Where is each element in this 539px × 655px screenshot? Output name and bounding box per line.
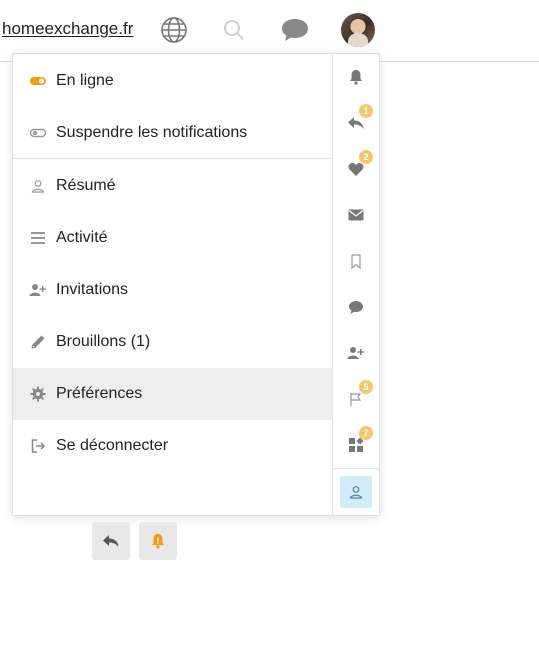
list-icon [29, 229, 47, 247]
menu-item-label: Résumé [56, 177, 116, 194]
menu-item-drafts[interactable]: Brouillons (1) [13, 316, 332, 368]
menu-item-label: En ligne [56, 72, 114, 89]
chat-bubble-icon[interactable] [343, 294, 369, 320]
search-icon[interactable] [218, 14, 250, 46]
user-icon [29, 177, 47, 195]
user-plus-icon[interactable] [343, 340, 369, 366]
menu-divider [13, 158, 332, 159]
site-link[interactable]: homeexchange.fr [2, 19, 133, 39]
toggle-on-icon[interactable] [29, 72, 47, 90]
pencil-icon [29, 333, 47, 351]
quick-access-divider [333, 468, 379, 469]
menu-item-label: Préférences [56, 385, 143, 402]
heart-icon[interactable]: 2 [343, 150, 373, 182]
bookmark-icon[interactable] [343, 248, 369, 274]
replies-badge: 1 [359, 104, 373, 118]
flag-icon[interactable]: 5 [343, 380, 373, 412]
user-plus-icon [29, 281, 47, 299]
menu-item-label: Invitations [56, 281, 129, 298]
menu-item-label: Activité [56, 229, 108, 246]
menu-item-summary[interactable]: Résumé [13, 160, 332, 212]
flags-badge: 5 [359, 380, 373, 394]
gear-icon [29, 385, 47, 403]
quick-access-column: 1 2 5 7 [333, 54, 379, 515]
reply-icon[interactable]: 1 [343, 104, 373, 136]
menu-item-preferences[interactable]: Préférences [13, 368, 332, 420]
user-menu-panel: En ligne Suspendre les notifications Rés… [13, 54, 333, 515]
other-badge: 7 [359, 426, 373, 440]
menu-item-invitations[interactable]: Invitations [13, 264, 332, 316]
user-menu: En ligne Suspendre les notifications Rés… [12, 53, 380, 516]
menu-item-label: Se déconnecter [56, 437, 169, 454]
profile-button[interactable] [340, 476, 372, 508]
menu-item-online[interactable]: En ligne [13, 55, 332, 107]
avatar[interactable] [341, 13, 375, 47]
bell-icon[interactable] [343, 64, 369, 90]
toggle-off-icon[interactable] [29, 124, 47, 142]
menu-item-logout[interactable]: Se déconnecter [13, 420, 332, 472]
reply-button[interactable] [92, 522, 130, 560]
globe-icon[interactable] [158, 14, 190, 46]
widgets-icon[interactable]: 7 [343, 426, 373, 458]
chat-icon[interactable] [279, 14, 311, 46]
envelope-icon[interactable] [343, 202, 369, 228]
likes-badge: 2 [359, 150, 373, 164]
menu-item-pause-notifications[interactable]: Suspendre les notifications [13, 107, 332, 159]
sign-out-icon [29, 437, 47, 455]
notification-bell-button[interactable] [139, 522, 177, 560]
menu-item-label: Brouillons (1) [56, 333, 151, 350]
menu-item-activity[interactable]: Activité [13, 212, 332, 264]
menu-item-label: Suspendre les notifications [56, 124, 248, 141]
